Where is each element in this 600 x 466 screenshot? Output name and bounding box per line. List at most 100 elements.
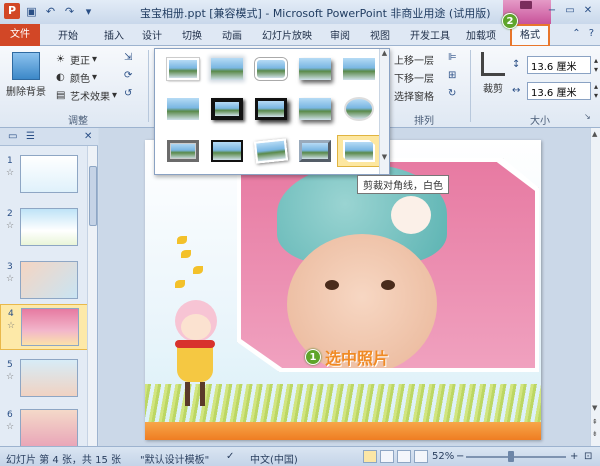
size-dialog-launcher-icon[interactable]: ↘ bbox=[584, 112, 591, 121]
scroll-up-icon[interactable]: ▲ bbox=[592, 130, 597, 138]
slide-thumbnail-row[interactable]: 3 ☆ bbox=[0, 258, 88, 304]
send-backward-button[interactable]: 下移一层 bbox=[394, 70, 434, 85]
step2-badge: 2 bbox=[502, 13, 518, 29]
remove-background-button[interactable]: 删除背景 bbox=[6, 52, 46, 98]
redo-icon[interactable]: ↷ bbox=[62, 4, 77, 19]
compress-pictures-icon[interactable]: ⇲ bbox=[124, 52, 136, 64]
animation-star-icon: ☆ bbox=[6, 274, 15, 284]
gallery-scrollbar[interactable]: ▲ ▼ bbox=[379, 49, 389, 174]
minimize-icon[interactable]: − bbox=[544, 4, 560, 18]
save-icon[interactable]: ▣ bbox=[24, 4, 39, 19]
picture-style-metal-frame[interactable] bbox=[205, 93, 249, 125]
help-icon[interactable]: ? bbox=[589, 28, 594, 39]
picture-style-soft-edge[interactable] bbox=[205, 53, 249, 85]
slide-thumbnail-row[interactable]: 1 ☆ bbox=[0, 152, 88, 198]
picture-style-center-shadow[interactable] bbox=[205, 135, 249, 167]
tab-format[interactable]: 格式 bbox=[510, 24, 550, 47]
language-indicator[interactable]: 中文(中国) bbox=[250, 451, 298, 466]
zoom-slider[interactable] bbox=[466, 456, 566, 458]
tab-addins[interactable]: 加载项 bbox=[466, 27, 496, 42]
undo-icon[interactable]: ↶ bbox=[43, 4, 58, 19]
previous-slide-icon[interactable]: ⇞ bbox=[592, 418, 598, 426]
tab-view[interactable]: 视图 bbox=[370, 27, 390, 42]
slide-thumbnail-row[interactable]: 5 ☆ bbox=[0, 356, 88, 402]
close-pane-icon[interactable]: ✕ bbox=[84, 131, 92, 142]
picture-style-reflected-bevel[interactable] bbox=[161, 93, 205, 125]
corrections-button[interactable]: ☀ 更正 ▾ bbox=[56, 52, 97, 68]
picture-style-rounded-white[interactable] bbox=[249, 53, 293, 85]
current-slide[interactable] bbox=[145, 140, 541, 440]
scroll-down-icon[interactable]: ▼ bbox=[380, 153, 389, 163]
scrollbar-thumb[interactable] bbox=[89, 166, 97, 226]
animation-star-icon: ☆ bbox=[6, 422, 15, 432]
height-spinner[interactable]: ▴ ▾ bbox=[594, 56, 600, 74]
height-input[interactable] bbox=[527, 56, 591, 74]
tab-file[interactable]: 文件 bbox=[0, 24, 40, 46]
scroll-up-icon[interactable]: ▲ bbox=[380, 49, 389, 59]
picture-style-oval[interactable] bbox=[337, 93, 381, 125]
reading-view-button[interactable] bbox=[397, 450, 411, 463]
tab-transitions[interactable]: 切换 bbox=[182, 27, 202, 42]
tab-slideshow[interactable]: 幻灯片放映 bbox=[262, 27, 312, 42]
slide-counter: 幻灯片 第 4 张，共 15 张 bbox=[6, 455, 121, 466]
style-thumbnail bbox=[299, 58, 331, 80]
align-icon[interactable]: ⊫ bbox=[448, 52, 460, 64]
zoom-slider-knob[interactable] bbox=[508, 451, 514, 462]
tab-animations[interactable]: 动画 bbox=[222, 27, 242, 42]
slide-thumbnail-row[interactable]: 2 ☆ bbox=[0, 205, 88, 251]
reset-picture-icon[interactable]: ↺ bbox=[124, 88, 136, 100]
artistic-effects-label: 艺术效果 bbox=[70, 92, 110, 103]
color-button[interactable]: ◐ 颜色 ▾ bbox=[56, 70, 97, 86]
spellcheck-icon[interactable]: ✓ bbox=[226, 451, 234, 462]
picture-style-bevel-rectangle[interactable] bbox=[293, 135, 337, 167]
style-thumbnail bbox=[253, 138, 289, 164]
scroll-down-icon[interactable]: ▼ bbox=[592, 404, 597, 412]
customize-qat-icon[interactable]: ▾ bbox=[81, 4, 96, 19]
outline-tab-icon[interactable]: ☰ bbox=[26, 131, 35, 142]
theme-name[interactable]: "默认设计模板" bbox=[140, 451, 209, 466]
picture-style-simple-frame-white[interactable] bbox=[161, 53, 205, 85]
picture-style-compound-frame-black[interactable] bbox=[161, 135, 205, 167]
tab-review[interactable]: 审阅 bbox=[330, 27, 350, 42]
normal-view-button[interactable] bbox=[363, 450, 377, 463]
selection-pane-button[interactable]: 选择窗格 bbox=[394, 88, 434, 103]
picture-style-simple-frame-black[interactable] bbox=[293, 93, 337, 125]
tab-design[interactable]: 设计 bbox=[142, 27, 162, 42]
zoom-in-icon[interactable]: + bbox=[570, 451, 578, 462]
picture-style-reflected[interactable] bbox=[337, 53, 381, 85]
picture-style-thick-matte-black[interactable] bbox=[249, 93, 293, 125]
width-input[interactable] bbox=[527, 82, 591, 100]
change-picture-icon[interactable]: ⟳ bbox=[124, 70, 136, 82]
slide-thumbnail-row-active[interactable]: 4 ☆ bbox=[0, 304, 88, 350]
tab-home[interactable]: 开始 bbox=[58, 27, 78, 42]
crop-button[interactable]: 裁剪 bbox=[476, 52, 510, 95]
animation-star-icon: ☆ bbox=[6, 221, 15, 231]
slides-tab-icon[interactable]: ▭ bbox=[8, 131, 17, 142]
restore-icon[interactable]: ▭ bbox=[562, 4, 578, 18]
adjust-group-caption: 调整 bbox=[68, 116, 88, 127]
next-slide-icon[interactable]: ⇟ bbox=[592, 430, 598, 438]
close-icon[interactable]: ✕ bbox=[580, 4, 596, 18]
zoom-level[interactable]: 52% bbox=[432, 451, 454, 462]
bring-forward-button[interactable]: 上移一层 bbox=[394, 52, 434, 67]
slide-sorter-view-button[interactable] bbox=[380, 450, 394, 463]
artistic-effects-icon: ▤ bbox=[56, 89, 66, 101]
leaf-decoration bbox=[193, 266, 203, 274]
collapse-ribbon-icon[interactable]: ⌃ bbox=[572, 28, 580, 39]
picture-style-drop-shadow[interactable] bbox=[293, 53, 337, 85]
fit-to-window-icon[interactable]: ⊡ bbox=[584, 451, 592, 462]
tab-developer[interactable]: 开发工具 bbox=[410, 27, 450, 42]
slide-thumbnail bbox=[20, 359, 78, 397]
zoom-out-icon[interactable]: − bbox=[456, 451, 464, 462]
rotate-icon[interactable]: ↻ bbox=[448, 88, 460, 100]
artistic-effects-button[interactable]: ▤ 艺术效果 ▾ bbox=[56, 88, 117, 104]
powerpoint-app-icon[interactable]: P bbox=[4, 3, 20, 19]
tab-insert[interactable]: 插入 bbox=[104, 27, 124, 42]
picture-style-snip-diagonal-corner-white[interactable] bbox=[337, 135, 381, 167]
picture-style-soft-edge-rectangle[interactable] bbox=[249, 135, 293, 167]
width-spinner[interactable]: ▴ ▾ bbox=[594, 82, 600, 100]
main-scrollbar[interactable]: ▲ ▼ ⇞ ⇟ bbox=[590, 128, 600, 446]
slideshow-view-button[interactable] bbox=[414, 450, 428, 463]
group-icon[interactable]: ⊞ bbox=[448, 70, 460, 82]
slides-pane-scrollbar[interactable] bbox=[87, 146, 97, 446]
